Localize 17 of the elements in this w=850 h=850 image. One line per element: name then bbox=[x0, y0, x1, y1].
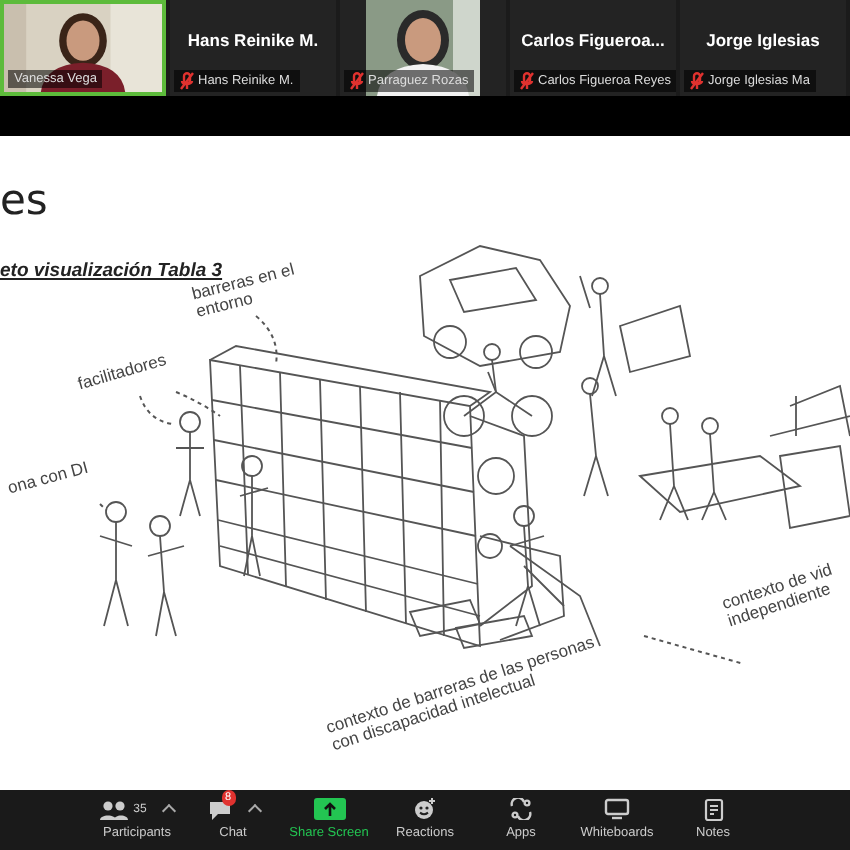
notepad-icon bbox=[703, 797, 723, 821]
apps-icon bbox=[510, 798, 532, 820]
slide-title: es bbox=[0, 176, 48, 224]
people-icon bbox=[99, 799, 128, 819]
participant-name: Hans Reinike M. bbox=[185, 30, 321, 50]
leader-line bbox=[99, 503, 107, 511]
smiley-icon bbox=[414, 798, 436, 820]
participant-name: Jorge Iglesias bbox=[704, 30, 822, 50]
diagram-label: ona con DI bbox=[6, 458, 91, 498]
monitor-icon bbox=[604, 798, 630, 820]
slide-subtitle: eto visualización Tabla 3 bbox=[0, 260, 223, 282]
speech-bubble-icon bbox=[207, 799, 231, 819]
leader-line bbox=[139, 391, 221, 425]
share-screen-icon bbox=[313, 798, 345, 820]
participant-name: Carlos Figueroa... bbox=[519, 30, 667, 50]
leader-line bbox=[255, 315, 278, 365]
leader-line bbox=[643, 635, 745, 665]
